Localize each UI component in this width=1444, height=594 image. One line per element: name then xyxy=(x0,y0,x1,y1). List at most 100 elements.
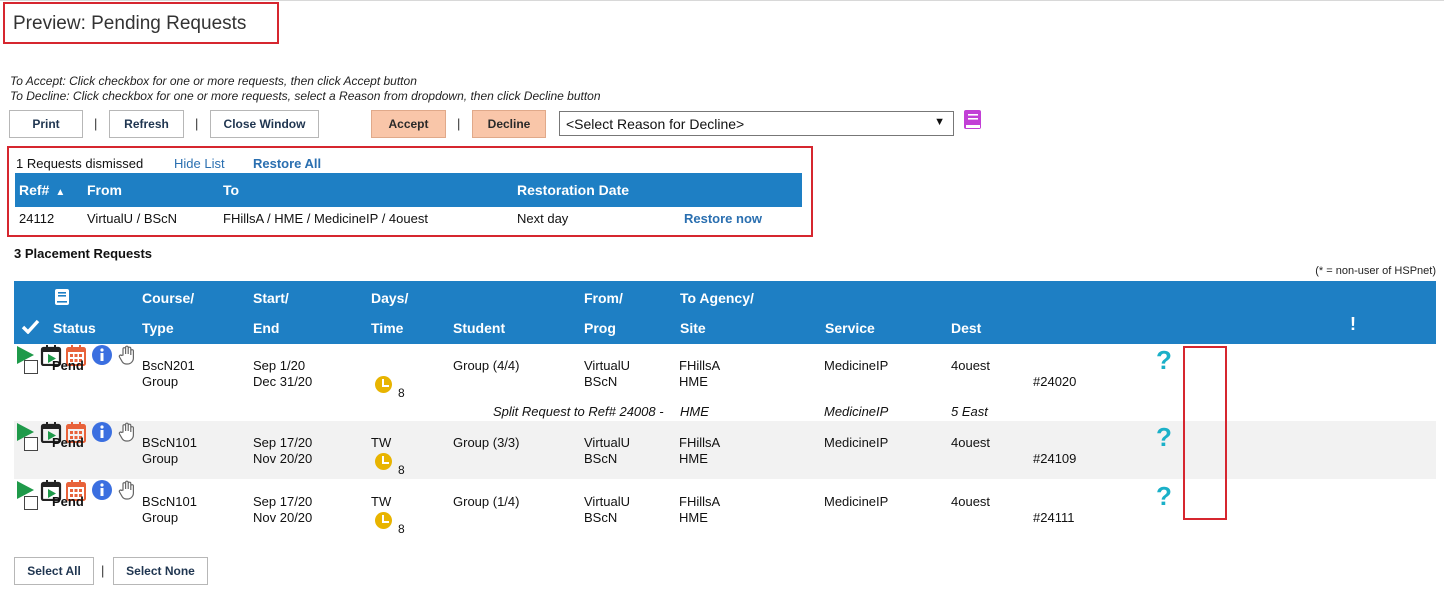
split-dest: 5 East xyxy=(951,404,988,419)
row-end: Dec 31/20 xyxy=(253,374,313,389)
decline-button[interactable]: Decline xyxy=(472,110,546,138)
row-course: BscN201 xyxy=(142,358,195,373)
select-all-button[interactable]: Select All xyxy=(14,557,94,585)
row-status: Pend xyxy=(52,435,84,450)
row-prog: BScN xyxy=(584,510,618,525)
dismissed-table-header: Ref# ▲ From To Restoration Date xyxy=(15,173,802,207)
col-ref[interactable]: Ref# ▲ xyxy=(19,182,65,198)
toolbar-separator: | xyxy=(94,116,98,131)
footer-separator: | xyxy=(101,563,105,578)
row-site: HME xyxy=(679,510,708,525)
col-ref-label: Ref# xyxy=(19,182,50,198)
info-icon[interactable] xyxy=(91,344,113,366)
dismissed-restoration-date: Next day xyxy=(517,211,569,226)
col-restoration-date: Restoration Date xyxy=(517,182,630,198)
row-site: HME xyxy=(679,451,708,466)
col-type: Type xyxy=(142,320,174,336)
hand-icon[interactable] xyxy=(117,344,139,366)
restore-all-link[interactable]: Restore All xyxy=(253,156,343,171)
row-student: Group (3/3) xyxy=(453,435,520,450)
row-checkbox[interactable] xyxy=(24,360,38,374)
col-service: Service xyxy=(825,320,875,336)
toolbar-separator: | xyxy=(457,116,461,131)
row-days: TW xyxy=(371,435,392,450)
row-type: Group xyxy=(142,451,179,466)
row-from: VirtualU xyxy=(584,358,631,373)
dismissed-row: 24112 VirtualU / BScN FHillsA / HME / Me… xyxy=(15,207,802,231)
row-end: Nov 20/20 xyxy=(253,510,313,525)
row-type: Group xyxy=(142,374,179,389)
legend-note: (* = non-user of HSPnet) xyxy=(1315,265,1436,277)
col-alert: ! xyxy=(1350,314,1356,334)
check-icon[interactable] xyxy=(21,319,40,334)
row-to: FHillsA xyxy=(679,435,721,450)
row-student: Group (1/4) xyxy=(453,494,520,509)
col-time: Time xyxy=(371,320,404,336)
row-dest: 4ouest xyxy=(951,358,991,373)
col-start: Start/ xyxy=(253,290,289,306)
row-service: MedicineIP xyxy=(824,435,889,450)
clock-icon xyxy=(375,453,392,470)
col-prog: Prog xyxy=(584,320,616,336)
info-icon[interactable] xyxy=(91,421,113,443)
requests-table-header: Status Course/ Type Start/ End Days/ Tim… xyxy=(14,281,1436,344)
row-course: BScN101 xyxy=(142,435,197,450)
row-start: Sep 1/20 xyxy=(253,358,306,373)
restore-now-link[interactable]: Restore now xyxy=(684,211,762,226)
dismissed-summary: 1 Requests dismissed xyxy=(16,156,144,171)
hand-icon[interactable] xyxy=(117,421,139,443)
decline-instructions: To Decline: Click checkbox for one or mo… xyxy=(10,89,601,103)
row-student: Group (4/4) xyxy=(453,358,520,373)
row-to: FHillsA xyxy=(679,494,721,509)
row-course: BScN101 xyxy=(142,494,197,509)
close-window-button[interactable]: Close Window xyxy=(210,110,319,138)
row-end: Nov 20/20 xyxy=(253,451,313,466)
split-service: MedicineIP xyxy=(824,404,889,419)
info-icon[interactable] xyxy=(91,479,113,501)
hide-list-link[interactable]: Hide List xyxy=(174,156,244,171)
dismissed-ref: 24112 xyxy=(19,211,55,226)
highlight-box xyxy=(1183,346,1227,520)
page-title: Preview: Pending Requests xyxy=(3,2,279,44)
row-prog: BScN xyxy=(584,374,618,389)
col-from: From/ xyxy=(584,290,623,306)
col-dest: Dest xyxy=(951,320,982,336)
help-icon[interactable]: ? xyxy=(1156,422,1172,453)
help-icon[interactable]: ? xyxy=(1156,345,1172,376)
row-prog: BScN xyxy=(584,451,618,466)
select-none-button[interactable]: Select None xyxy=(113,557,208,585)
chevron-down-icon: ▼ xyxy=(934,116,945,128)
toolbar-separator: | xyxy=(195,116,199,131)
row-status: Pend xyxy=(52,494,84,509)
row-checkbox[interactable] xyxy=(24,437,38,451)
dismissed-from: VirtualU / BScN xyxy=(87,211,178,226)
row-service: MedicineIP xyxy=(824,494,889,509)
row-time: 8 xyxy=(398,386,405,400)
row-ref: #24109 xyxy=(1033,451,1077,466)
decline-reason-select[interactable]: <Select Reason for Decline> ▼ xyxy=(559,111,954,136)
print-button[interactable]: Print xyxy=(9,110,83,138)
col-from: From xyxy=(87,182,122,198)
row-checkbox[interactable] xyxy=(24,496,38,510)
decline-reason-value: <Select Reason for Decline> xyxy=(566,116,745,132)
split-site: HME xyxy=(680,404,709,419)
help-icon[interactable]: ? xyxy=(1156,481,1172,512)
col-to: To xyxy=(223,182,240,198)
clock-icon xyxy=(375,376,392,393)
col-end: End xyxy=(253,320,280,336)
row-dest: 4ouest xyxy=(951,494,991,509)
col-student: Student xyxy=(453,320,506,336)
dismissed-to: FHillsA / HME / MedicineIP / 4ouest xyxy=(223,211,428,226)
book-icon[interactable] xyxy=(963,109,983,131)
requests-count: 3 Placement Requests xyxy=(14,246,153,261)
row-site: HME xyxy=(679,374,708,389)
split-note: Split Request to Ref# 24008 - xyxy=(493,404,664,419)
row-ref: #24020 xyxy=(1033,374,1077,389)
hand-icon[interactable] xyxy=(117,479,139,501)
dismissed-requests-panel: 1 Requests dismissed Hide List Restore A… xyxy=(7,146,813,237)
col-course: Course/ xyxy=(142,290,195,306)
refresh-button[interactable]: Refresh xyxy=(109,110,184,138)
accept-button[interactable]: Accept xyxy=(371,110,446,138)
col-site: Site xyxy=(680,320,706,336)
row-time: 8 xyxy=(398,463,405,477)
